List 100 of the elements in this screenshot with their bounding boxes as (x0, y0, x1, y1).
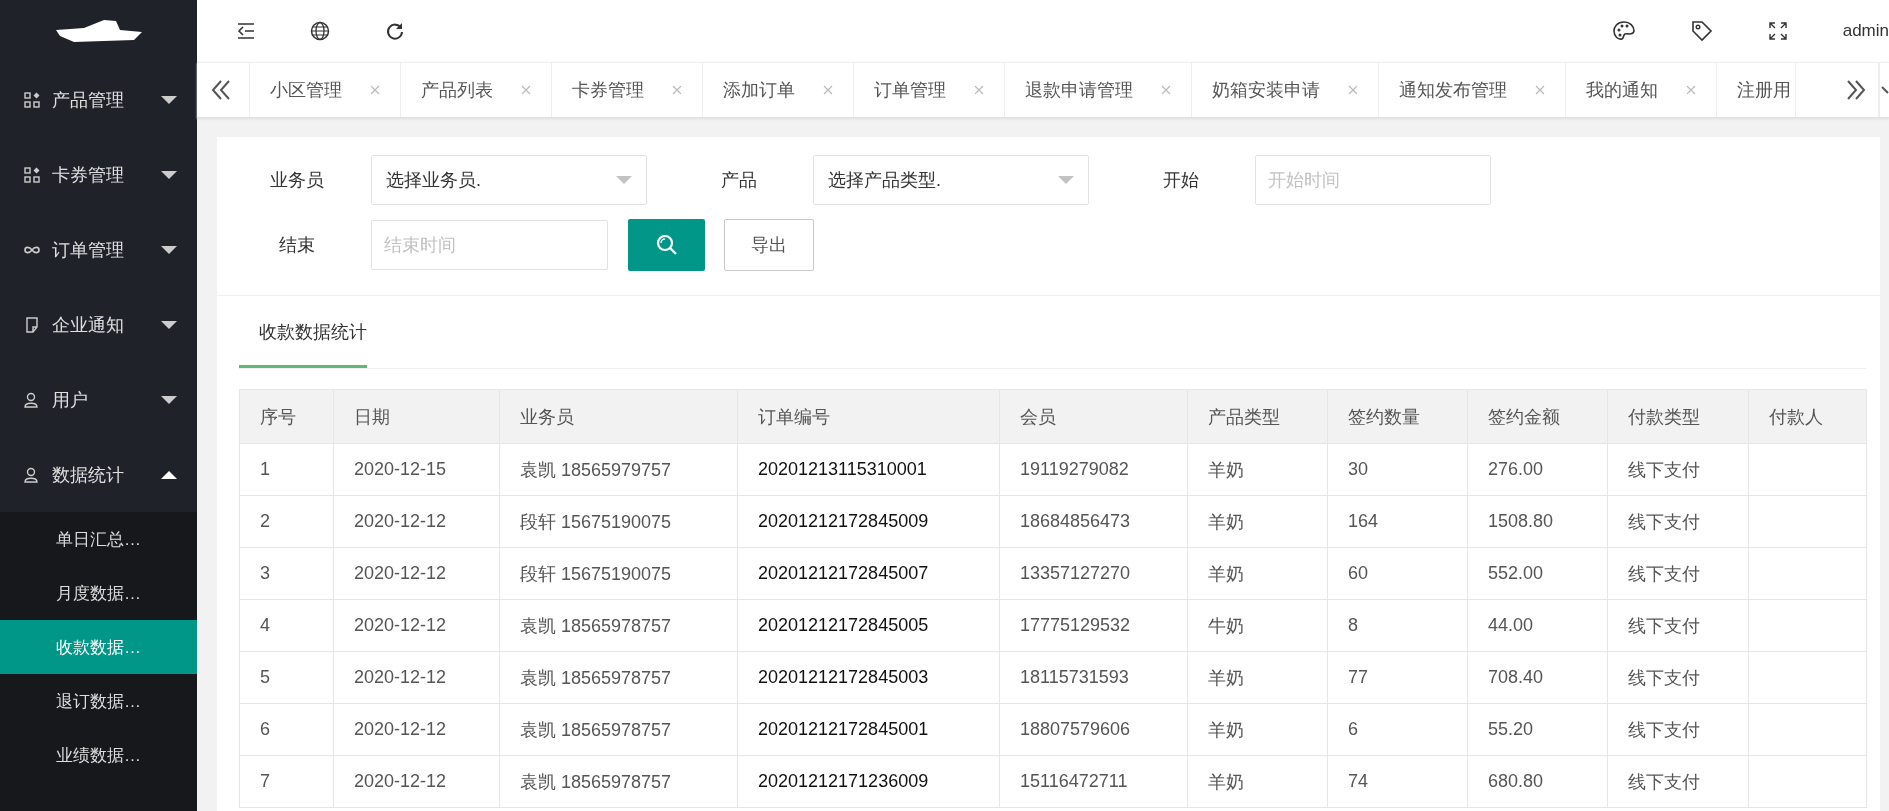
table-cell: 164 (1348, 511, 1379, 531)
submenu-item[interactable]: 单日汇总… (0, 512, 197, 566)
table-cell: 55.20 (1488, 719, 1534, 739)
column-header: 付款人 (1748, 389, 1867, 444)
table-cell: 袁凯 18565978757 (520, 667, 672, 688)
logo-icon (53, 18, 144, 44)
table-cell: 6 (260, 719, 270, 739)
table-cell: 线下支付 (1628, 719, 1700, 740)
close-icon[interactable] (1348, 85, 1358, 95)
table-cell: 羊奶 (1208, 511, 1244, 532)
field-label: 结束 (278, 234, 316, 257)
page-tab[interactable]: 注册用 (1717, 63, 1796, 117)
column-header: 业务员 (499, 389, 738, 444)
submenu-item[interactable]: 收款数据… (0, 620, 197, 674)
table-cell: 18115731593 (1020, 667, 1129, 687)
user-name[interactable]: admin (1842, 21, 1889, 41)
tag-icon[interactable] (1690, 20, 1713, 42)
table-cell: 20201212172845007 (758, 563, 929, 583)
table-cell: 线下支付 (1628, 615, 1700, 636)
refresh-icon[interactable] (385, 21, 405, 41)
user-icon (24, 391, 40, 408)
section-tab[interactable]: 收款数据统计 (239, 314, 367, 368)
close-icon[interactable] (370, 85, 380, 95)
grid-icon (24, 166, 40, 183)
submenu-item[interactable]: 月度数据… (0, 566, 197, 620)
table-cell: 680.80 (1488, 771, 1544, 791)
table-cell: 20201213115310001 (758, 459, 927, 479)
end-date-field[interactable]: 结束时间 (371, 220, 608, 270)
table-cell: 线下支付 (1628, 563, 1700, 584)
column-header: 会员 (999, 389, 1188, 444)
page-tab[interactable]: 订单管理 (854, 63, 1005, 117)
table-cell: 2020-12-15 (354, 459, 447, 479)
submenu-item[interactable]: 退订数据… (0, 674, 197, 728)
table-cell: 段轩 15675190075 (520, 563, 672, 584)
table-cell: 8 (1348, 615, 1358, 635)
page-tab[interactable]: 退款申请管理 (1005, 63, 1192, 117)
caret-icon (161, 245, 177, 254)
caret-icon (161, 95, 177, 104)
table-cell: 线下支付 (1628, 771, 1700, 792)
page-tab[interactable]: 卡券管理 (552, 63, 703, 117)
close-icon[interactable] (823, 85, 833, 95)
table-cell: 20201212171236009 (758, 771, 929, 791)
menu-item[interactable]: 卡券管理 (0, 137, 197, 212)
salesman-select[interactable]: 选择业务员. (371, 155, 647, 205)
table-cell: 17775129532 (1020, 615, 1131, 635)
table-cell: 羊奶 (1208, 771, 1244, 792)
globe-icon[interactable] (310, 21, 330, 41)
fullscreen-icon[interactable] (1768, 22, 1787, 40)
table-cell: 15116472711 (1020, 771, 1128, 791)
table-cell: 19119279082 (1020, 459, 1129, 479)
field-label: 业务员 (269, 169, 325, 192)
search-button[interactable] (628, 219, 705, 271)
column-header: 签约数量 (1327, 389, 1468, 444)
caret-icon[interactable] (1879, 63, 1889, 117)
product-select[interactable]: 选择产品类型. (813, 155, 1089, 205)
page-tab[interactable]: 产品列表 (401, 63, 552, 117)
column-header: 序号 (239, 389, 334, 444)
table-cell: 30 (1348, 459, 1369, 479)
table-cell: 77 (1348, 667, 1369, 687)
close-icon[interactable] (672, 85, 682, 95)
table-cell: 羊奶 (1208, 459, 1244, 480)
menu-item[interactable]: 订单管理 (0, 212, 197, 287)
table-cell: 708.40 (1488, 667, 1544, 687)
menu-item[interactable]: 产品管理 (0, 62, 197, 137)
table-cell: 2020-12-12 (354, 563, 447, 583)
table-cell: 线下支付 (1628, 511, 1700, 532)
start-date-field[interactable]: 开始时间 (1255, 155, 1491, 205)
table-cell: 羊奶 (1208, 667, 1244, 688)
palette-icon[interactable] (1612, 21, 1635, 41)
page-tab[interactable]: 我的通知 (1566, 63, 1717, 117)
table-cell: 袁凯 18565979757 (520, 459, 672, 480)
menu-item[interactable]: 企业通知 (0, 287, 197, 362)
table-cell: 牛奶 (1208, 615, 1244, 636)
page-tab[interactable]: 奶箱安装申请 (1192, 63, 1379, 117)
caret-icon (161, 170, 177, 179)
submenu-item[interactable]: 业绩数据… (0, 728, 197, 782)
close-icon[interactable] (1535, 85, 1545, 95)
page-tab[interactable]: 小区管理 (250, 63, 401, 117)
menu-item[interactable]: 用户 (0, 362, 197, 437)
close-icon[interactable] (974, 85, 984, 95)
table-cell: 2020-12-12 (354, 719, 447, 739)
table-cell: 552.00 (1488, 563, 1544, 583)
table-cell: 2020-12-12 (354, 771, 447, 791)
close-icon[interactable] (1686, 85, 1696, 95)
table-cell: 2020-12-12 (354, 511, 447, 531)
column-header: 签约金额 (1467, 389, 1608, 444)
search-icon (655, 234, 678, 256)
page-tab[interactable]: 添加订单 (703, 63, 854, 117)
close-icon[interactable] (521, 85, 531, 95)
table-cell: 44.00 (1488, 615, 1534, 635)
menu-icon[interactable] (237, 23, 255, 39)
close-icon[interactable] (1161, 85, 1171, 95)
table-cell: 袁凯 18565978757 (520, 719, 672, 740)
table-cell: 18684856473 (1020, 511, 1131, 531)
table-cell: 20201212172845003 (758, 667, 929, 687)
menu-item[interactable]: 数据统计 (0, 437, 197, 512)
column-header: 日期 (333, 389, 500, 444)
table-cell: 20201212172845005 (758, 615, 929, 635)
export-button[interactable]: 导出 (724, 219, 814, 271)
page-tab[interactable]: 通知发布管理 (1379, 63, 1566, 117)
